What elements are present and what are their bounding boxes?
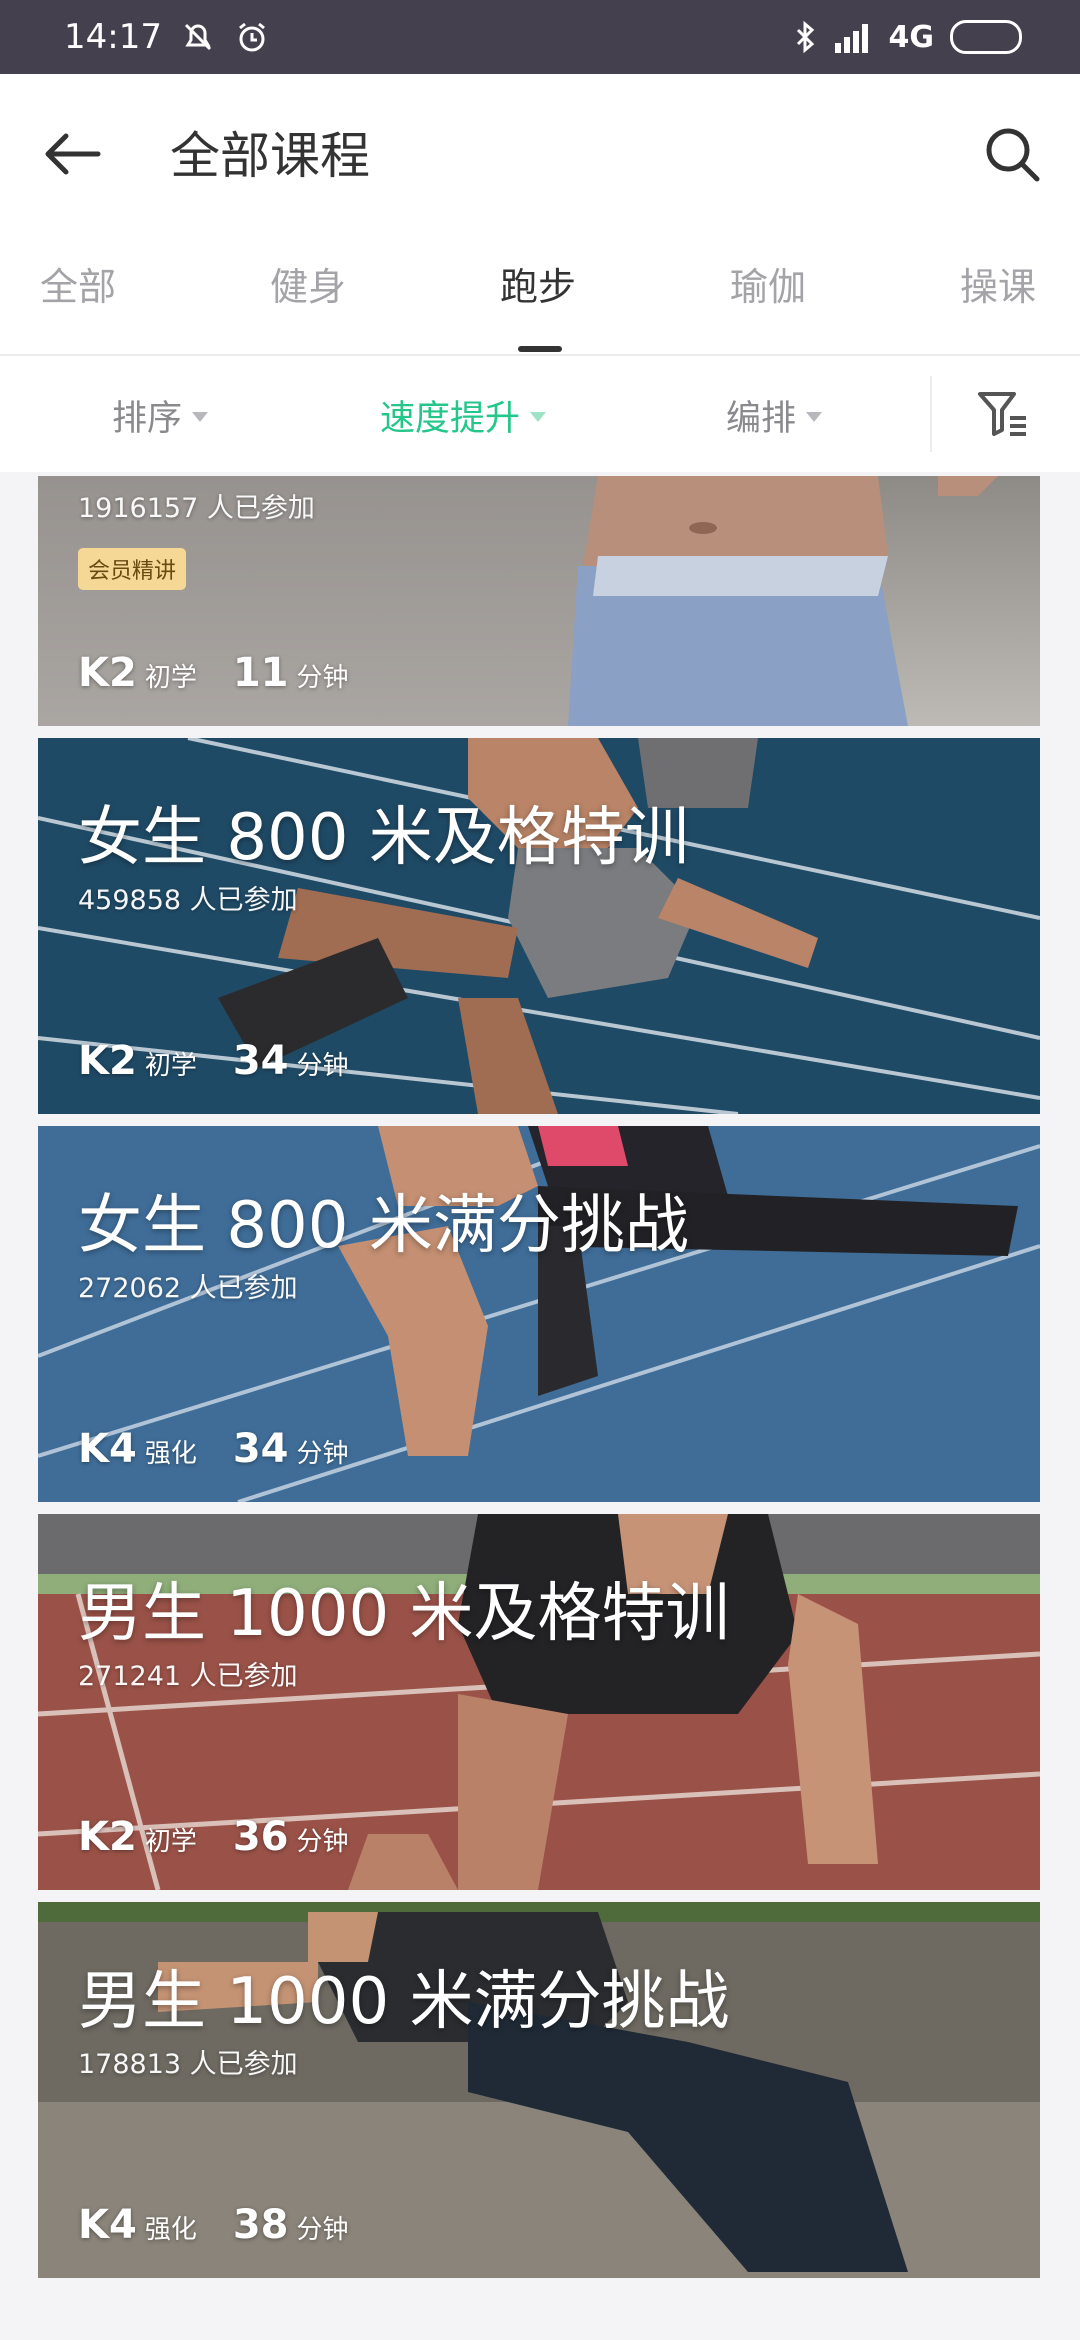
bluetooth-icon: [796, 20, 814, 54]
search-button[interactable]: [974, 116, 1050, 192]
network-type: 4G: [888, 19, 935, 55]
course-list: 1916157 人已参加 会员精讲 K2 初学 11 分钟 女生 800 米及格…: [0, 476, 1080, 2340]
page-title: 全部课程: [170, 127, 370, 185]
course-card[interactable]: 女生 800 米及格特训 459858 人已参加 K2 初学 34 分钟: [38, 738, 1040, 1114]
course-title: 女生 800 米及格特训: [78, 801, 689, 875]
arrange-filter[interactable]: 编排: [726, 390, 823, 441]
course-card[interactable]: 男生 1000 米及格特训 271241 人已参加 K2 初学 36 分钟: [38, 1514, 1040, 1890]
tab-running[interactable]: 跑步: [500, 256, 576, 311]
tab-aerobics[interactable]: 操课: [960, 256, 1036, 311]
course-meta: K2 初学 11 分钟: [78, 650, 349, 696]
filter-divider: [930, 376, 932, 452]
participant-count: 178813 人已参加: [78, 2049, 298, 2080]
status-bar: 14:17 4G 86: [0, 0, 1080, 74]
caret-down-icon: [530, 411, 547, 422]
course-meta: K4 强化 34 分钟: [78, 1426, 349, 1472]
arrange-filter-label: 编排: [726, 399, 797, 439]
member-badge: 会员精讲: [78, 548, 187, 590]
course-card[interactable]: 1916157 人已参加 会员精讲 K2 初学 11 分钟: [38, 476, 1040, 726]
app-header: 全部课程 全部 健身 跑步 瑜伽 操课 排序 速度提升 编排: [0, 74, 1080, 472]
title-row: 全部课程: [0, 74, 1080, 234]
alarm-icon: [239, 22, 265, 52]
course-level-label: 初学: [144, 1827, 197, 1857]
speed-filter[interactable]: 速度提升: [380, 390, 547, 441]
course-title: 女生 800 米满分挑战: [78, 1189, 689, 1263]
tab-all[interactable]: 全部: [40, 256, 116, 311]
participant-count: 271241 人已参加: [78, 1661, 298, 1692]
course-duration-unit: 分钟: [296, 1051, 349, 1081]
course-level-label: 初学: [144, 663, 197, 693]
filter-button[interactable]: [976, 388, 1030, 440]
active-tab-indicator: [518, 346, 562, 352]
course-duration: 36: [232, 1814, 289, 1860]
back-button[interactable]: [36, 118, 108, 190]
course-level: K2: [78, 650, 137, 696]
course-duration: 34: [232, 1038, 289, 1084]
participant-count: 459858 人已参加: [78, 885, 298, 916]
course-duration: 34: [232, 1426, 289, 1472]
course-card[interactable]: 女生 800 米满分挑战 272062 人已参加 K4 强化 34 分钟: [38, 1126, 1040, 1502]
participant-count: 272062 人已参加: [78, 1273, 298, 1304]
search-icon: [986, 128, 1040, 182]
course-level-label: 强化: [144, 2215, 197, 2245]
course-meta: K2 初学 36 分钟: [78, 1814, 349, 1860]
course-level: K2: [78, 1814, 137, 1860]
caret-down-icon: [192, 411, 209, 422]
filter-icon: [978, 392, 1026, 436]
mute-icon: [184, 23, 212, 51]
course-title: 男生 1000 米满分挑战: [78, 1965, 730, 2039]
category-tabs: 全部 健身 跑步 瑜伽 操课: [0, 234, 1080, 354]
signal-icon: [834, 24, 868, 53]
sort-filter[interactable]: 排序: [112, 390, 209, 441]
course-duration-unit: 分钟: [296, 1827, 349, 1857]
arrow-left-icon: [45, 133, 101, 175]
course-title: 男生 1000 米及格特训: [78, 1577, 730, 1651]
tab-fitness[interactable]: 健身: [270, 256, 346, 311]
course-level: K4: [78, 1426, 137, 1472]
course-meta: K4 强化 38 分钟: [78, 2202, 349, 2248]
status-right: 4G 86: [793, 19, 1022, 55]
course-meta: K2 初学 34 分钟: [78, 1038, 349, 1084]
sort-filter-label: 排序: [112, 399, 183, 439]
battery-level: 86: [991, 25, 1019, 49]
status-left: 14:17: [64, 17, 270, 57]
course-card[interactable]: 男生 1000 米满分挑战 178813 人已参加 K4 强化 38 分钟: [38, 1902, 1040, 2278]
course-duration-unit: 分钟: [296, 1439, 349, 1469]
status-time: 14:17: [64, 17, 162, 57]
filter-row: 排序 速度提升 编排: [0, 356, 1080, 472]
speed-filter-label: 速度提升: [380, 399, 521, 439]
course-level-label: 初学: [144, 1051, 197, 1081]
battery-indicator: 86: [950, 20, 1022, 54]
course-duration-unit: 分钟: [296, 663, 349, 693]
course-duration: 38: [232, 2202, 289, 2248]
course-level-label: 强化: [144, 1439, 197, 1469]
course-duration-unit: 分钟: [296, 2215, 349, 2245]
course-level: K4: [78, 2202, 137, 2248]
course-level: K2: [78, 1038, 137, 1084]
course-duration: 11: [232, 650, 289, 696]
tab-yoga[interactable]: 瑜伽: [730, 256, 806, 311]
participant-count: 1916157 人已参加: [78, 493, 315, 524]
caret-down-icon: [806, 411, 823, 422]
